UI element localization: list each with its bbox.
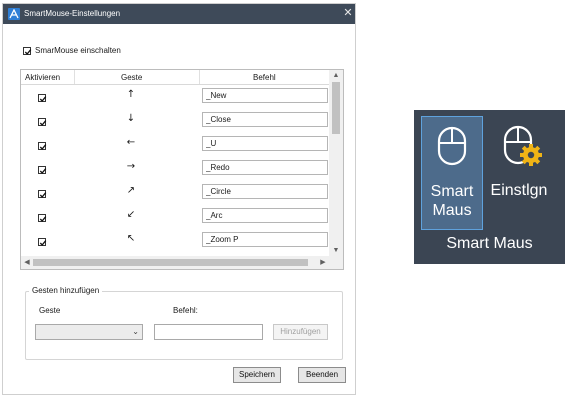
vertical-scrollbar[interactable]: ▲ ▼ bbox=[329, 70, 343, 256]
column-header-activate[interactable]: Aktivieren bbox=[25, 73, 60, 82]
command-field[interactable] bbox=[202, 184, 328, 199]
arrow-down-icon: ↓ bbox=[126, 113, 136, 124]
command-field[interactable] bbox=[202, 112, 328, 127]
scroll-down-icon[interactable]: ▼ bbox=[329, 245, 343, 256]
arrow-up-icon: ↑ bbox=[126, 89, 136, 100]
smart-mouse-ribbon-panel: Smart Maus Einstlgn Smart Maus bbox=[414, 110, 565, 264]
arrow-down-left-icon: ↙ bbox=[126, 209, 136, 220]
column-header-gesture[interactable]: Geste bbox=[121, 73, 142, 82]
command-field[interactable] bbox=[202, 160, 328, 175]
vertical-scroll-thumb[interactable] bbox=[332, 82, 340, 134]
table-row: ↙ bbox=[21, 207, 329, 231]
title-bar[interactable]: SmartMouse-Einstellungen ✕ bbox=[3, 4, 355, 24]
smart-mouse-button[interactable]: Smart Maus bbox=[421, 116, 483, 230]
smart-mouse-button-label: Smart Maus bbox=[430, 183, 474, 219]
row-activate-checkbox[interactable] bbox=[38, 166, 47, 174]
row-activate-checkbox[interactable] bbox=[38, 190, 47, 198]
row-activate-checkbox[interactable] bbox=[38, 118, 47, 126]
arrow-right-icon: → bbox=[126, 161, 136, 172]
command-field[interactable] bbox=[202, 136, 328, 151]
table-row: ↓ bbox=[21, 111, 329, 135]
dialog-title: SmartMouse-Einstellungen bbox=[24, 9, 121, 18]
horizontal-scrollbar[interactable]: ◀ ▶ bbox=[21, 256, 329, 269]
table-row: ↗ bbox=[21, 183, 329, 207]
app-icon bbox=[8, 8, 20, 20]
gesture-label: Geste bbox=[39, 306, 61, 315]
settings-button-label: Einstlgn bbox=[490, 182, 548, 199]
command-input[interactable] bbox=[154, 324, 263, 340]
add-gesture-group-title: Gesten hinzufügen bbox=[29, 286, 103, 295]
table-row: ← bbox=[21, 135, 329, 159]
table-header: Aktivieren Geste Befehl bbox=[21, 70, 329, 85]
command-label: Befehl: bbox=[173, 306, 198, 315]
mouse-settings-icon bbox=[503, 125, 542, 166]
gesture-table: Aktivieren Geste Befehl ↑ ↓ ← → bbox=[20, 69, 344, 270]
smartmouse-settings-dialog: SmartMouse-Einstellungen ✕ SmarMouse ein… bbox=[2, 3, 356, 395]
ribbon-panel-title: Smart Maus bbox=[446, 235, 533, 252]
save-button[interactable]: Speichern bbox=[233, 367, 281, 383]
add-gesture-button[interactable]: Hinzufügen bbox=[273, 324, 328, 340]
row-activate-checkbox[interactable] bbox=[38, 94, 47, 102]
table-row: ↖ bbox=[21, 231, 329, 255]
settings-button[interactable]: Einstlgn bbox=[488, 116, 550, 230]
table-row: → bbox=[21, 159, 329, 183]
close-icon[interactable]: ✕ bbox=[342, 7, 354, 20]
command-field[interactable] bbox=[202, 208, 328, 223]
row-activate-checkbox[interactable] bbox=[38, 142, 47, 150]
enable-smartmouse-label: SmarMouse einschalten bbox=[35, 46, 121, 55]
column-header-command[interactable]: Befehl bbox=[253, 73, 276, 82]
table-row: ↑ bbox=[21, 87, 329, 111]
chevron-down-icon[interactable]: ⌄ bbox=[132, 327, 139, 336]
row-activate-checkbox[interactable] bbox=[38, 214, 47, 222]
scrollbar-corner bbox=[329, 256, 343, 269]
arrow-up-left-icon: ↖ bbox=[126, 233, 136, 244]
gesture-select[interactable]: ⌄ bbox=[35, 324, 143, 340]
column-separator[interactable] bbox=[74, 70, 75, 84]
add-gesture-group: Gesten hinzufügen Geste Befehl: ⌄ Hinzuf… bbox=[25, 286, 343, 360]
scroll-up-icon[interactable]: ▲ bbox=[329, 70, 343, 81]
exit-button[interactable]: Beenden bbox=[298, 367, 346, 383]
horizontal-scroll-thumb[interactable] bbox=[33, 259, 308, 266]
row-activate-checkbox[interactable] bbox=[38, 238, 47, 246]
column-separator[interactable] bbox=[199, 70, 200, 84]
command-field[interactable] bbox=[202, 232, 328, 247]
scroll-right-icon[interactable]: ▶ bbox=[317, 256, 329, 269]
arrow-left-icon: ← bbox=[126, 137, 136, 148]
command-field[interactable] bbox=[202, 88, 328, 103]
arrow-up-right-icon: ↗ bbox=[126, 185, 136, 196]
mouse-icon bbox=[437, 126, 467, 166]
enable-smartmouse-checkbox[interactable] bbox=[23, 47, 32, 55]
scroll-left-icon[interactable]: ◀ bbox=[21, 256, 33, 269]
